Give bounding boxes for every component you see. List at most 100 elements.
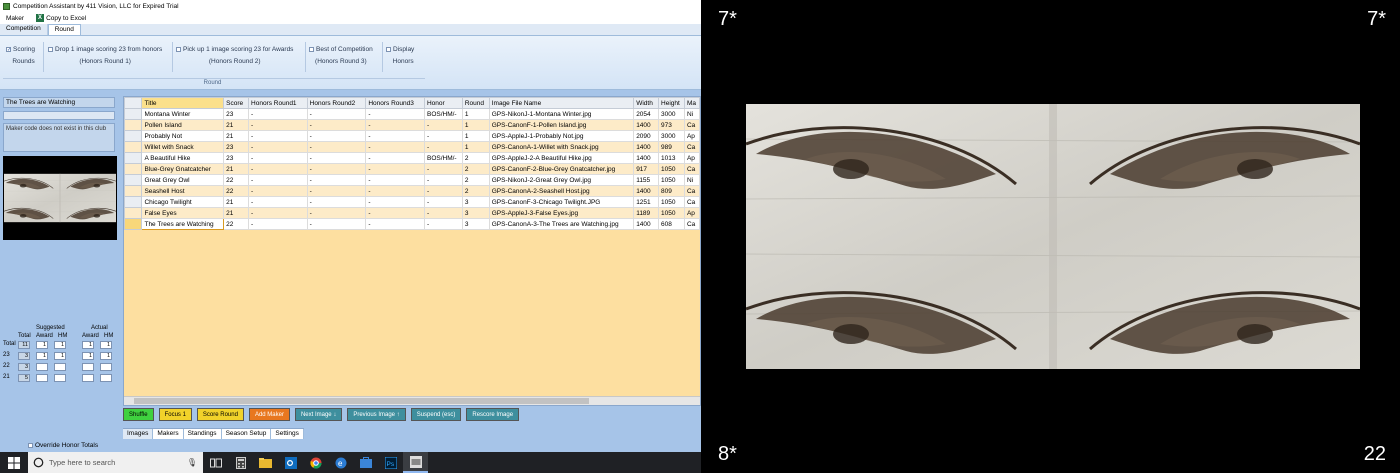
- cell-honors-round2[interactable]: -: [306, 185, 367, 197]
- cell-maker[interactable]: Ca: [683, 119, 700, 131]
- override-honor-totals[interactable]: Override Honor Totals: [28, 442, 98, 449]
- col-header-file-name[interactable]: Image File Name: [488, 97, 635, 109]
- tab-makers[interactable]: Makers: [153, 429, 184, 439]
- table-row[interactable]: Montana Winter 23- - - BOS/HM/- 1 GPS-NikonJ-1…: [124, 108, 700, 120]
- cell-title[interactable]: Chicago Twilight: [141, 196, 225, 208]
- table-row[interactable]: Great Grey Owl 22- - - -2 GPS-NikonJ-2-Great …: [124, 174, 700, 186]
- cell-height[interactable]: 973: [658, 119, 685, 131]
- cell-file-name[interactable]: GPS-AppleJ-2-A Beautiful Hike.jpg: [488, 152, 635, 164]
- cell-title[interactable]: Willet with Snack: [141, 141, 225, 153]
- stats-cell-s-hm[interactable]: 1: [54, 352, 66, 360]
- cell-honors-round1[interactable]: -: [248, 130, 308, 142]
- cell-score[interactable]: 21: [223, 207, 250, 219]
- cell-round[interactable]: 2: [461, 163, 490, 175]
- cell-round[interactable]: 2: [461, 152, 490, 164]
- cell-honor[interactable]: -: [423, 141, 463, 153]
- cell-score[interactable]: 21: [223, 119, 250, 131]
- cell-height[interactable]: 1050: [658, 196, 685, 208]
- cell-height[interactable]: 1013: [658, 152, 685, 164]
- menu-copy-excel[interactable]: X Copy to Excel: [30, 14, 92, 22]
- row-header[interactable]: [124, 152, 143, 164]
- row-header[interactable]: [124, 130, 143, 142]
- col-header-title[interactable]: Title: [141, 97, 225, 109]
- cell-honors-round2[interactable]: -: [306, 130, 367, 142]
- cell-round[interactable]: 3: [461, 196, 490, 208]
- table-row[interactable]: Chicago Twilight 21- - - -3 GPS-CanonF-3-Chic…: [124, 196, 700, 208]
- edge-icon[interactable]: e: [328, 452, 353, 473]
- stats-cell-a-hm[interactable]: 1: [100, 352, 112, 360]
- cell-file-name[interactable]: GPS-AppleJ-3-False Eyes.jpg: [488, 207, 635, 219]
- cell-honors-round3[interactable]: -: [365, 141, 425, 153]
- cell-height[interactable]: 989: [658, 141, 685, 153]
- cell-honor[interactable]: -: [423, 163, 463, 175]
- cell-title[interactable]: Seashell Host: [141, 185, 225, 197]
- cell-maker[interactable]: Ap: [683, 207, 700, 219]
- competition-assistant-taskbar-icon[interactable]: [403, 452, 428, 473]
- cell-width[interactable]: 1155: [633, 174, 660, 186]
- cell-score[interactable]: 21: [223, 196, 250, 208]
- stats-cell-s-award[interactable]: [36, 374, 48, 382]
- cell-maker[interactable]: Ca: [683, 218, 700, 230]
- previous-image-button[interactable]: Previous Image ↑: [347, 408, 406, 421]
- cell-honors-round2[interactable]: -: [306, 196, 367, 208]
- cell-height[interactable]: 1050: [658, 207, 685, 219]
- cell-honor[interactable]: -: [423, 207, 463, 219]
- photoshop-icon[interactable]: Ps: [378, 452, 403, 473]
- cell-honor[interactable]: BOS/HM/-: [423, 152, 463, 164]
- cell-round[interactable]: 2: [461, 174, 490, 186]
- outlook-icon[interactable]: [278, 452, 303, 473]
- cell-height[interactable]: 1050: [658, 163, 685, 175]
- col-header-honors-round1[interactable]: Honors Round1: [248, 97, 308, 109]
- override-checkbox[interactable]: [28, 443, 33, 448]
- scoring-checkbox[interactable]: ✓: [6, 47, 11, 53]
- focus-button[interactable]: Focus 1: [158, 408, 192, 421]
- table-row[interactable]: A Beautiful Hike 23- - - BOS/HM/- 2 GPS-AppleJ…: [124, 152, 700, 164]
- row-header[interactable]: [124, 207, 143, 219]
- cell-round[interactable]: 1: [461, 141, 490, 153]
- drop-option[interactable]: Drop 1 image scoring 23 from honors (Hon…: [48, 46, 162, 65]
- col-header-width[interactable]: Width: [633, 97, 660, 109]
- stats-cell-a-award[interactable]: 1: [82, 341, 94, 349]
- cell-width[interactable]: 1251: [633, 196, 660, 208]
- cell-maker[interactable]: Ap: [683, 152, 700, 164]
- cell-height[interactable]: 1050: [658, 174, 685, 186]
- stats-cell-s-hm[interactable]: [54, 374, 66, 382]
- cell-width[interactable]: 1400: [633, 218, 660, 230]
- cell-maker[interactable]: Ni: [683, 108, 700, 120]
- tab-standings[interactable]: Standings: [184, 429, 222, 439]
- task-view-icon[interactable]: [203, 452, 228, 473]
- cell-file-name[interactable]: GPS-AppleJ-1-Probably Not.jpg: [488, 130, 635, 142]
- cell-score[interactable]: 22: [223, 218, 250, 230]
- calculator-icon[interactable]: [228, 452, 253, 473]
- stats-cell-s-award[interactable]: 1: [36, 352, 48, 360]
- cell-file-name[interactable]: GPS-NikonJ-1-Montana Winter.jpg: [488, 108, 635, 120]
- stats-cell-a-award[interactable]: [82, 374, 94, 382]
- cell-honors-round3[interactable]: -: [365, 196, 425, 208]
- tab-images[interactable]: Images: [123, 429, 154, 439]
- rescore-image-button[interactable]: Rescore Image: [466, 408, 520, 421]
- cell-title[interactable]: The Trees are Watching: [141, 218, 225, 230]
- cell-honors-round2[interactable]: -: [306, 152, 367, 164]
- cell-round[interactable]: 1: [461, 108, 490, 120]
- cell-honor[interactable]: -: [423, 119, 463, 131]
- best-checkbox[interactable]: [309, 47, 314, 52]
- cell-honors-round1[interactable]: -: [248, 185, 308, 197]
- cell-honor[interactable]: -: [423, 174, 463, 186]
- cell-score[interactable]: 22: [223, 174, 250, 186]
- cell-honors-round1[interactable]: -: [248, 196, 308, 208]
- cell-width[interactable]: 1400: [633, 119, 660, 131]
- pickup-option[interactable]: Pick up 1 image scoring 23 for Awards (H…: [176, 46, 293, 65]
- images-grid[interactable]: Title Score Honors Round1 Honors Round2 …: [123, 96, 701, 406]
- cell-honor[interactable]: -: [423, 196, 463, 208]
- stats-cell-a-hm[interactable]: [100, 363, 112, 371]
- table-row[interactable]: The Trees are Watching 22- - - -3 GPS-CanonA-…: [124, 218, 700, 230]
- cell-title[interactable]: False Eyes: [141, 207, 225, 219]
- cell-width[interactable]: 1400: [633, 185, 660, 197]
- cell-honors-round3[interactable]: -: [365, 218, 425, 230]
- menu-maker[interactable]: Maker: [0, 15, 30, 22]
- cell-width[interactable]: 1400: [633, 141, 660, 153]
- cell-title[interactable]: Montana Winter: [141, 108, 225, 120]
- cell-score[interactable]: 23: [223, 108, 250, 120]
- cell-width[interactable]: 2054: [633, 108, 660, 120]
- cell-honors-round1[interactable]: -: [248, 174, 308, 186]
